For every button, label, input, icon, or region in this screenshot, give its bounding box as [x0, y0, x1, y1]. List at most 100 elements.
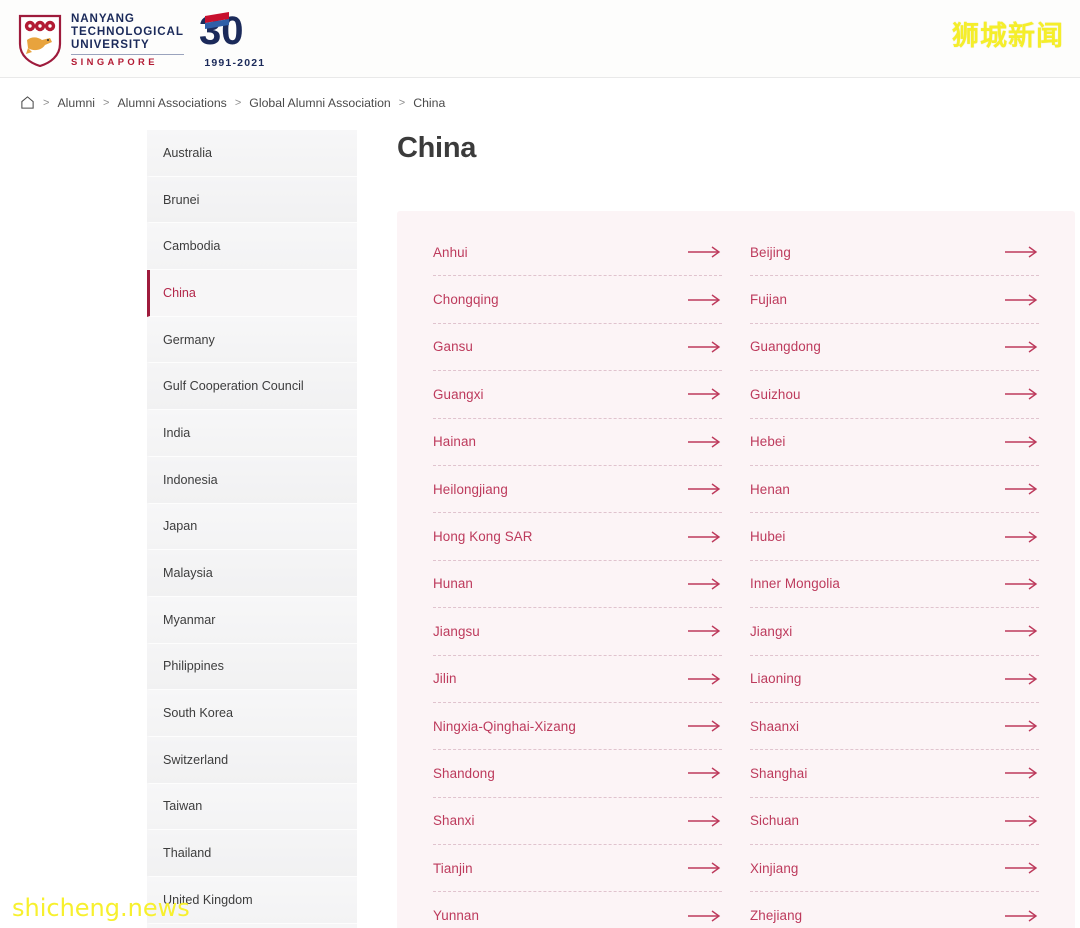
breadcrumb-item-global-alumni-association[interactable]: Global Alumni Association: [249, 96, 391, 110]
breadcrumb-item-china[interactable]: China: [413, 96, 445, 110]
sidebar-item-myanmar[interactable]: Myanmar: [147, 597, 357, 644]
province-link-label: Beijing: [750, 245, 791, 260]
ntu-logo[interactable]: NANYANG TECHNOLOGICAL UNIVERSITY SINGAPO…: [18, 11, 271, 69]
province-link-label: Guizhou: [750, 387, 801, 402]
arrow-right-icon: [1005, 578, 1039, 590]
sidebar-item-india[interactable]: India: [147, 410, 357, 457]
arrow-right-icon: [688, 767, 722, 779]
province-link-fujian[interactable]: Fujian: [750, 276, 1039, 323]
province-link-inner-mongolia[interactable]: Inner Mongolia: [750, 561, 1039, 608]
province-link-hong-kong-sar[interactable]: Hong Kong SAR: [433, 513, 722, 560]
sidebar-item-south-korea[interactable]: South Korea: [147, 690, 357, 737]
sidebar-item-label: Cambodia: [163, 239, 220, 253]
sidebar-item-japan[interactable]: Japan: [147, 504, 357, 551]
province-link-label: Hainan: [433, 434, 476, 449]
sidebar-item-label: Taiwan: [163, 799, 202, 813]
arrow-right-icon: [688, 720, 722, 732]
sidebar-item-malaysia[interactable]: Malaysia: [147, 550, 357, 597]
province-link-gansu[interactable]: Gansu: [433, 324, 722, 371]
province-link-label: Inner Mongolia: [750, 576, 840, 591]
arrow-right-icon: [688, 862, 722, 874]
sidebar-item-indonesia[interactable]: Indonesia: [147, 457, 357, 504]
province-link-jiangxi[interactable]: Jiangxi: [750, 608, 1039, 655]
province-link-hubei[interactable]: Hubei: [750, 513, 1039, 560]
sidebar-item-label: Indonesia: [163, 473, 218, 487]
province-link-chongqing[interactable]: Chongqing: [433, 276, 722, 323]
breadcrumb-item-alumni-associations[interactable]: Alumni Associations: [117, 96, 226, 110]
province-link-shaanxi[interactable]: Shaanxi: [750, 703, 1039, 750]
arrow-right-icon: [1005, 483, 1039, 495]
province-link-shandong[interactable]: Shandong: [433, 750, 722, 797]
province-link-guizhou[interactable]: Guizhou: [750, 371, 1039, 418]
arrow-right-icon: [1005, 625, 1039, 637]
site-header: NANYANG TECHNOLOGICAL UNIVERSITY SINGAPO…: [0, 0, 1080, 78]
province-link-guangdong[interactable]: Guangdong: [750, 324, 1039, 371]
breadcrumb-separator-1: >: [43, 97, 49, 109]
province-link-beijing[interactable]: Beijing: [750, 229, 1039, 276]
province-link-label: Shanghai: [750, 766, 807, 781]
anniversary-years: 1991-2021: [204, 57, 265, 69]
province-link-hainan[interactable]: Hainan: [433, 419, 722, 466]
province-link-label: Hunan: [433, 576, 473, 591]
arrow-right-icon: [688, 246, 722, 258]
province-link-label: Xinjiang: [750, 861, 798, 876]
province-link-hunan[interactable]: Hunan: [433, 561, 722, 608]
province-link-heilongjiang[interactable]: Heilongjiang: [433, 466, 722, 513]
breadcrumb-separator-3: >: [235, 97, 241, 109]
sidebar-item-label: Malaysia: [163, 566, 213, 580]
province-link-jilin[interactable]: Jilin: [433, 656, 722, 703]
sidebar-item-germany[interactable]: Germany: [147, 317, 357, 364]
province-link-xinjiang[interactable]: Xinjiang: [750, 845, 1039, 892]
anniversary-logo: 30 1991-2021: [199, 11, 271, 69]
province-link-jiangsu[interactable]: Jiangsu: [433, 608, 722, 655]
province-link-label: Guangdong: [750, 339, 821, 354]
province-link-label: Shandong: [433, 766, 495, 781]
province-link-shanxi[interactable]: Shanxi: [433, 798, 722, 845]
province-link-yunnan[interactable]: Yunnan: [433, 892, 722, 928]
sidebar-item-switzerland[interactable]: Switzerland: [147, 737, 357, 784]
province-link-label: Shaanxi: [750, 719, 799, 734]
watermark-top: 狮城新闻: [952, 14, 1064, 53]
province-link-zhejiang[interactable]: Zhejiang: [750, 892, 1039, 928]
sidebar-item-china[interactable]: China: [147, 270, 357, 317]
arrow-right-icon: [688, 578, 722, 590]
province-link-label: Heilongjiang: [433, 482, 508, 497]
province-link-liaoning[interactable]: Liaoning: [750, 656, 1039, 703]
sidebar-item-thailand[interactable]: Thailand: [147, 830, 357, 877]
sidebar-item-taiwan[interactable]: Taiwan: [147, 784, 357, 831]
province-link-label: Anhui: [433, 245, 468, 260]
province-link-ningxia-qinghai-xizang[interactable]: Ningxia-Qinghai-Xizang: [433, 703, 722, 750]
breadcrumb-separator-4: >: [399, 97, 405, 109]
province-link-shanghai[interactable]: Shanghai: [750, 750, 1039, 797]
province-link-label: Guangxi: [433, 387, 484, 402]
province-column-left: Anhui ChongqingGansu Guangxi Hainan Heilongj…: [433, 229, 722, 928]
arrow-right-icon: [1005, 246, 1039, 258]
sidebar-item-australia[interactable]: Australia: [147, 130, 357, 177]
province-link-label: Henan: [750, 482, 790, 497]
sidebar-item-label: Thailand: [163, 846, 211, 860]
ntu-wordmark: NANYANG TECHNOLOGICAL UNIVERSITY SINGAPO…: [71, 13, 184, 66]
province-link-sichuan[interactable]: Sichuan: [750, 798, 1039, 845]
home-icon[interactable]: [20, 95, 35, 110]
province-link-hebei[interactable]: Hebei: [750, 419, 1039, 466]
arrow-right-icon: [1005, 388, 1039, 400]
country-sidebar: Australia Brunei Cambodia China GermanyGulf …: [147, 130, 357, 928]
sidebar-item-gulf-cooperation-council[interactable]: Gulf Cooperation Council: [147, 363, 357, 410]
sidebar-item-brunei[interactable]: Brunei: [147, 177, 357, 224]
sidebar-item-label: China: [163, 286, 196, 300]
province-link-tianjin[interactable]: Tianjin: [433, 845, 722, 892]
sidebar-item-philippines[interactable]: Philippines: [147, 644, 357, 691]
province-link-label: Hebei: [750, 434, 786, 449]
sidebar-item-label: Myanmar: [163, 613, 215, 627]
arrow-right-icon: [688, 294, 722, 306]
province-link-guangxi[interactable]: Guangxi: [433, 371, 722, 418]
page-title: China: [397, 132, 1075, 165]
province-link-henan[interactable]: Henan: [750, 466, 1039, 513]
breadcrumb-item-alumni[interactable]: Alumni: [57, 96, 95, 110]
province-link-anhui[interactable]: Anhui: [433, 229, 722, 276]
sidebar-item-cambodia[interactable]: Cambodia: [147, 223, 357, 270]
province-link-label: Ningxia-Qinghai-Xizang: [433, 719, 576, 734]
sidebar-item-label: Brunei: [163, 193, 199, 207]
province-link-label: Sichuan: [750, 813, 799, 828]
sidebar-item-label: Australia: [163, 146, 212, 160]
